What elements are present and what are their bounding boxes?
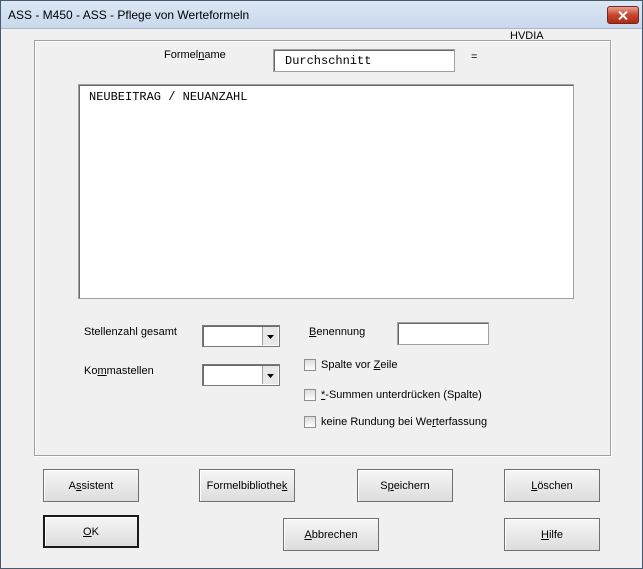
formula-textarea[interactable]: NEUBEITRAG / NEUANZAHL — [78, 84, 574, 299]
spalte-vor-zeile-label[interactable]: Spalte vor Zeile — [321, 359, 397, 371]
formelname-input[interactable]: Durchschnitt — [273, 49, 455, 72]
formelname-label: Formelname — [164, 49, 226, 61]
chevron-down-icon — [267, 330, 274, 342]
loeschen-button[interactable]: Löschen — [504, 469, 600, 502]
window-title: ASS - M450 - ASS - Pflege von Werteforme… — [8, 8, 250, 22]
benennung-label: Benennung — [309, 326, 366, 338]
summen-unterdruecken-label[interactable]: *-Summen unterdrücken (Spalte) — [321, 389, 482, 401]
keine-rundung-checkbox[interactable] — [304, 416, 316, 428]
title-bar[interactable]: ASS - M450 - ASS - Pflege von Werteforme… — [1, 1, 642, 29]
stellenzahl-select[interactable] — [202, 325, 280, 347]
close-button[interactable] — [607, 6, 639, 24]
keine-rundung-label[interactable]: keine Rundung bei Werterfassung — [321, 416, 487, 428]
abbrechen-button[interactable]: Abbrechen — [283, 518, 379, 551]
benennung-input[interactable] — [397, 322, 489, 345]
assistent-button[interactable]: As sistent — [43, 469, 139, 502]
stellenzahl-label: Stellenzahl gesamt — [84, 326, 177, 338]
stellenzahl-dropdown-button[interactable] — [262, 327, 278, 345]
formelbibliothek-button[interactable]: Formelbibliothe k — [199, 469, 295, 502]
chevron-down-icon — [267, 369, 274, 381]
spalte-vor-zeile-checkbox[interactable] — [304, 359, 316, 371]
kommastellen-label: Kommastellen — [84, 365, 154, 377]
close-icon — [618, 10, 628, 20]
dialog-window: ASS - M450 - ASS - Pflege von Werteforme… — [0, 0, 643, 569]
hilfe-button[interactable]: Hilfe — [504, 518, 600, 551]
summen-unterdruecken-checkbox[interactable] — [304, 389, 316, 401]
ok-button[interactable]: OK — [43, 515, 139, 548]
speichern-button[interactable]: Sp eichern — [357, 469, 453, 502]
equals-sign: = — [471, 51, 478, 63]
kommastellen-dropdown-button[interactable] — [262, 366, 278, 384]
kommastellen-select[interactable] — [202, 364, 280, 386]
dialog-client-area: HVDIA Formelname Durchschnitt = NEUBEITR… — [5, 30, 638, 564]
